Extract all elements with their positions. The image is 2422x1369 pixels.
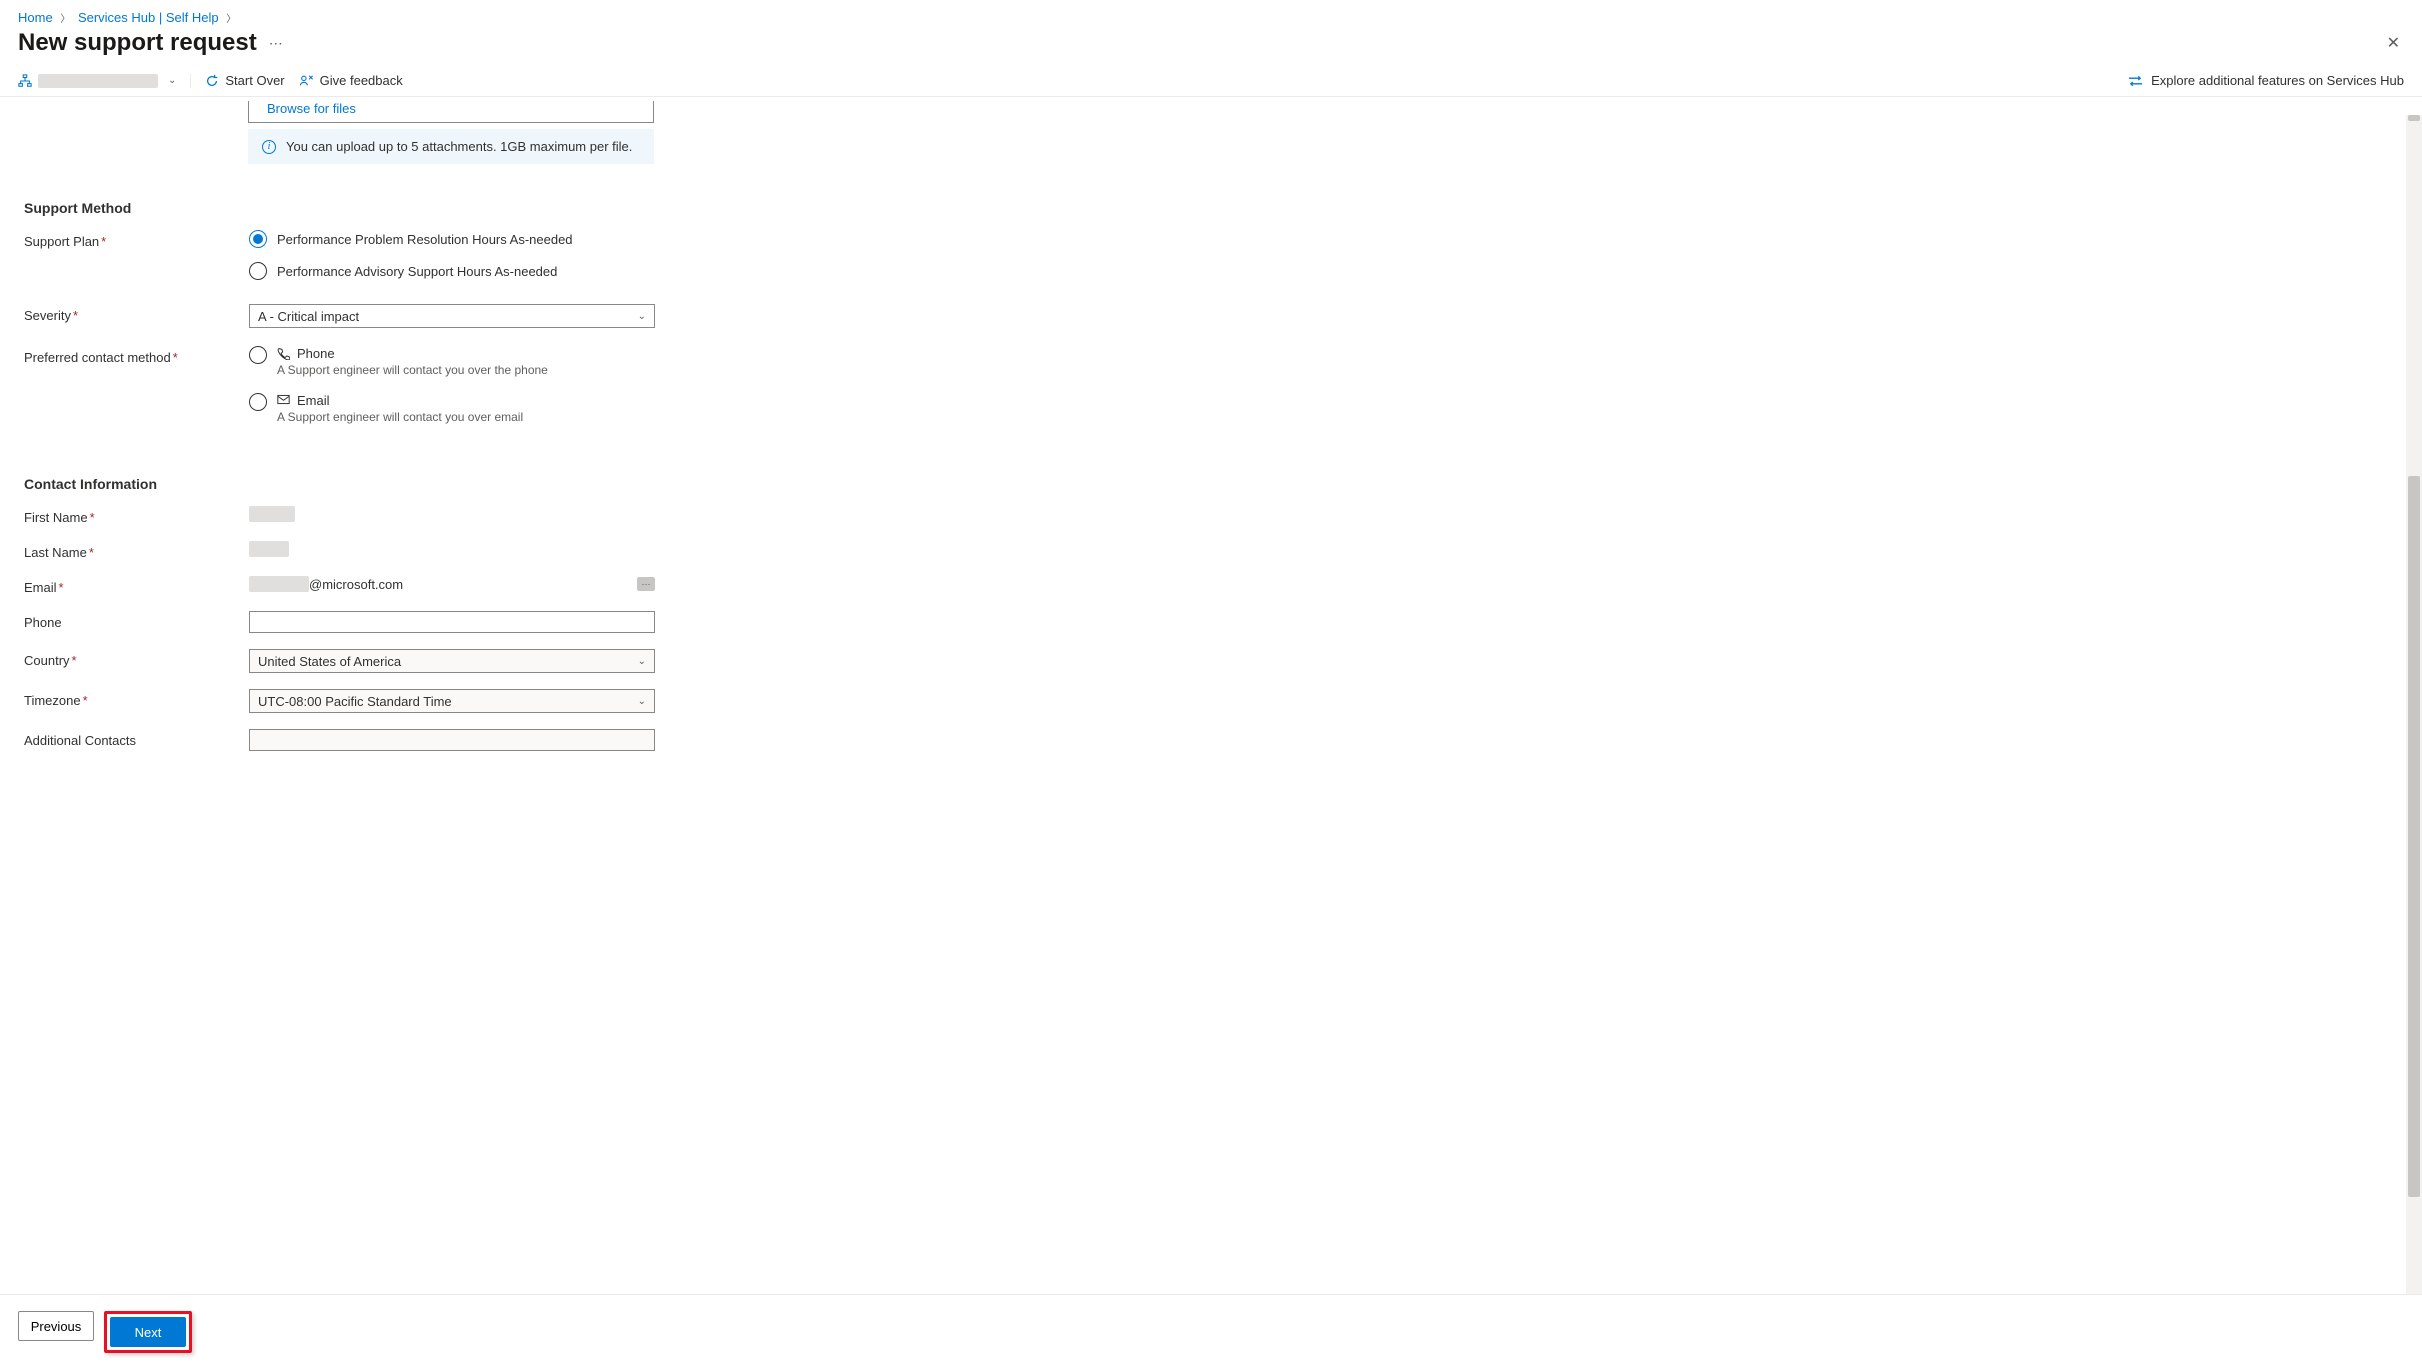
section-support-method: Support Method [24, 200, 2404, 216]
chevron-down-icon: ⌄ [168, 75, 176, 86]
org-selector[interactable]: ⌄ [18, 74, 191, 88]
label-email: Email* [24, 576, 249, 595]
severity-value: A - Critical impact [258, 309, 359, 324]
info-icon: i [262, 140, 276, 154]
email-desc: A Support engineer will contact you over… [277, 410, 523, 424]
radio-icon-selected [249, 230, 267, 248]
country-select[interactable]: United States of America ⌄ [249, 649, 655, 673]
file-upload-area[interactable]: Browse for files [248, 101, 654, 123]
radio-support-plan-advisory[interactable]: Performance Advisory Support Hours As-ne… [249, 262, 655, 280]
phone-icon [277, 347, 291, 361]
chevron-right-icon: 〉 [60, 14, 70, 25]
label-first-name: First Name* [24, 506, 249, 525]
footer-actions: Previous Next [0, 1294, 2422, 1369]
label-severity: Severity* [24, 304, 249, 323]
radio-contact-phone[interactable]: Phone A Support engineer will contact yo… [249, 346, 655, 377]
main-content: Browse for files i You can upload up to … [0, 97, 2422, 1298]
first-name-value [249, 506, 295, 522]
phone-label: Phone [297, 346, 335, 361]
severity-select[interactable]: A - Critical impact ⌄ [249, 304, 655, 328]
next-button-highlight: Next [104, 1311, 192, 1353]
timezone-select[interactable]: UTC-08:00 Pacific Standard Time ⌄ [249, 689, 655, 713]
email-value-row: @microsoft.com ⋯ [249, 576, 655, 592]
refresh-icon [205, 74, 219, 88]
explore-label: Explore additional features on Services … [2151, 73, 2404, 88]
toolbar: ⌄ Start Over Give feedback Explore addit… [0, 65, 2422, 97]
chevron-down-icon: ⌄ [638, 311, 646, 322]
upload-info-banner: i You can upload up to 5 attachments. 1G… [248, 129, 654, 164]
breadcrumb-home[interactable]: Home [18, 10, 53, 25]
page-title: New support request [18, 29, 257, 57]
email-user-redacted [249, 576, 309, 592]
label-contact-method: Preferred contact method* [24, 346, 249, 365]
label-additional-contacts: Additional Contacts [24, 729, 249, 748]
email-icon [277, 394, 291, 408]
give-feedback-label: Give feedback [320, 73, 403, 88]
section-contact-info: Contact Information [24, 476, 2404, 492]
label-country: Country* [24, 649, 249, 668]
start-over-button[interactable]: Start Over [205, 73, 284, 88]
org-tree-icon [18, 74, 32, 88]
chevron-right-icon: 〉 [226, 14, 236, 25]
timezone-value: UTC-08:00 Pacific Standard Time [258, 694, 452, 709]
chevron-down-icon: ⌄ [638, 656, 646, 667]
breadcrumb: Home 〉 Services Hub | Self Help 〉 [0, 0, 2422, 25]
label-last-name: Last Name* [24, 541, 249, 560]
label-phone: Phone [24, 611, 249, 630]
more-actions-icon[interactable]: ⋯ [269, 35, 283, 52]
country-value: United States of America [258, 654, 401, 669]
chevron-down-icon: ⌄ [638, 696, 646, 707]
label-support-plan: Support Plan* [24, 230, 249, 249]
previous-button[interactable]: Previous [18, 1311, 94, 1341]
explore-services-hub-link[interactable]: Explore additional features on Services … [2128, 73, 2404, 88]
radio-icon [249, 393, 267, 411]
additional-contacts-input[interactable] [249, 729, 655, 751]
email-domain: @microsoft.com [309, 577, 403, 592]
swap-icon [2128, 75, 2143, 87]
phone-desc: A Support engineer will contact you over… [277, 363, 548, 377]
radio-icon [249, 346, 267, 364]
start-over-label: Start Over [225, 73, 284, 88]
radio-contact-email[interactable]: Email A Support engineer will contact yo… [249, 393, 655, 424]
email-label: Email [297, 393, 330, 408]
upload-info-text: You can upload up to 5 attachments. 1GB … [286, 139, 632, 154]
radio-label: Performance Advisory Support Hours As-ne… [277, 264, 557, 279]
browse-files-link[interactable]: Browse for files [249, 101, 653, 122]
email-options-icon[interactable]: ⋯ [637, 577, 655, 591]
org-name-redacted [38, 74, 158, 88]
last-name-value [249, 541, 289, 557]
radio-label: Performance Problem Resolution Hours As-… [277, 232, 573, 247]
radio-icon [249, 262, 267, 280]
give-feedback-button[interactable]: Give feedback [299, 73, 403, 88]
phone-input[interactable] [249, 611, 655, 633]
breadcrumb-services-hub[interactable]: Services Hub | Self Help [78, 10, 219, 25]
next-button[interactable]: Next [110, 1317, 186, 1347]
title-bar: New support request ⋯ ✕ [0, 25, 2422, 65]
close-icon[interactable]: ✕ [2383, 29, 2404, 57]
feedback-icon [299, 74, 314, 88]
label-timezone: Timezone* [24, 689, 249, 708]
radio-support-plan-problem-resolution[interactable]: Performance Problem Resolution Hours As-… [249, 230, 655, 248]
